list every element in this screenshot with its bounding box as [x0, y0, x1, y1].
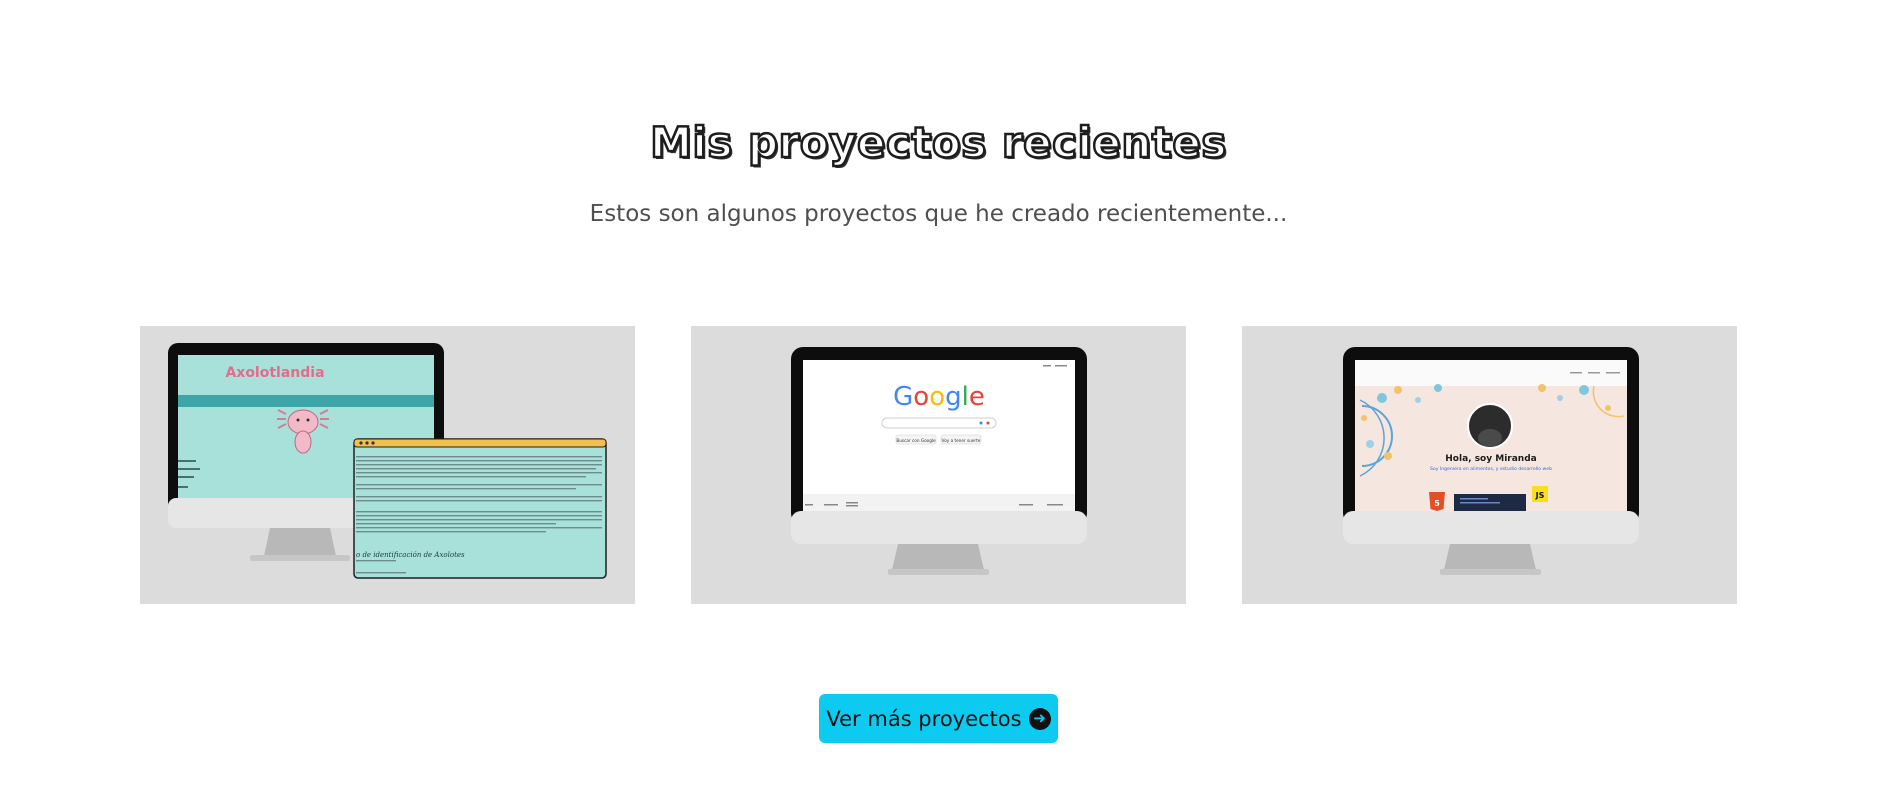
- google-search-box: [881, 417, 997, 429]
- view-more-projects-button[interactable]: Ver más proyectos ➜: [819, 694, 1058, 743]
- view-more-projects-label: Ver más proyectos: [826, 706, 1022, 731]
- project-1-mockup-image: Axolotlandia o de identificación de Axol…: [140, 326, 635, 604]
- html5-icon: 5: [1429, 492, 1445, 511]
- arrow-right-circle-icon: ➜: [1028, 707, 1051, 730]
- section-title: Mis proyectos recientes: [649, 117, 1228, 169]
- svg-text:JS: JS: [1535, 491, 1545, 500]
- project-card-google[interactable]: Google Buscar con Google Voy a tener sue…: [691, 326, 1186, 604]
- project-3-mockup-image: Hola, soy Miranda Soy Ingeniera en alime…: [1242, 326, 1737, 604]
- svg-text:5: 5: [1434, 499, 1440, 508]
- svg-text:Voy a tener suerte: Voy a tener suerte: [942, 438, 981, 443]
- project-card-portfolio[interactable]: Hola, soy Miranda Soy Ingeniera en alime…: [1242, 326, 1737, 604]
- axolotlandia-caption: o de identificación de Axolotes: [356, 551, 465, 559]
- svg-text:Hola, soy Miranda: Hola, soy Miranda: [1445, 454, 1536, 464]
- project-2-mockup-image: Google Buscar con Google Voy a tener sue…: [691, 326, 1186, 604]
- svg-text:Buscar con Google: Buscar con Google: [896, 438, 936, 443]
- axolotlandia-title: Axolotlandia: [225, 365, 324, 381]
- svg-text:Soy Ingeniera en alimentos, y: Soy Ingeniera en alimentos, y estudio de…: [1430, 466, 1552, 472]
- google-logo: Google: [893, 382, 985, 412]
- project-card-axolotlandia[interactable]: Axolotlandia o de identificación de Axol…: [140, 326, 635, 604]
- section-subtitle: Estos son algunos proyectos que he cread…: [589, 201, 1288, 227]
